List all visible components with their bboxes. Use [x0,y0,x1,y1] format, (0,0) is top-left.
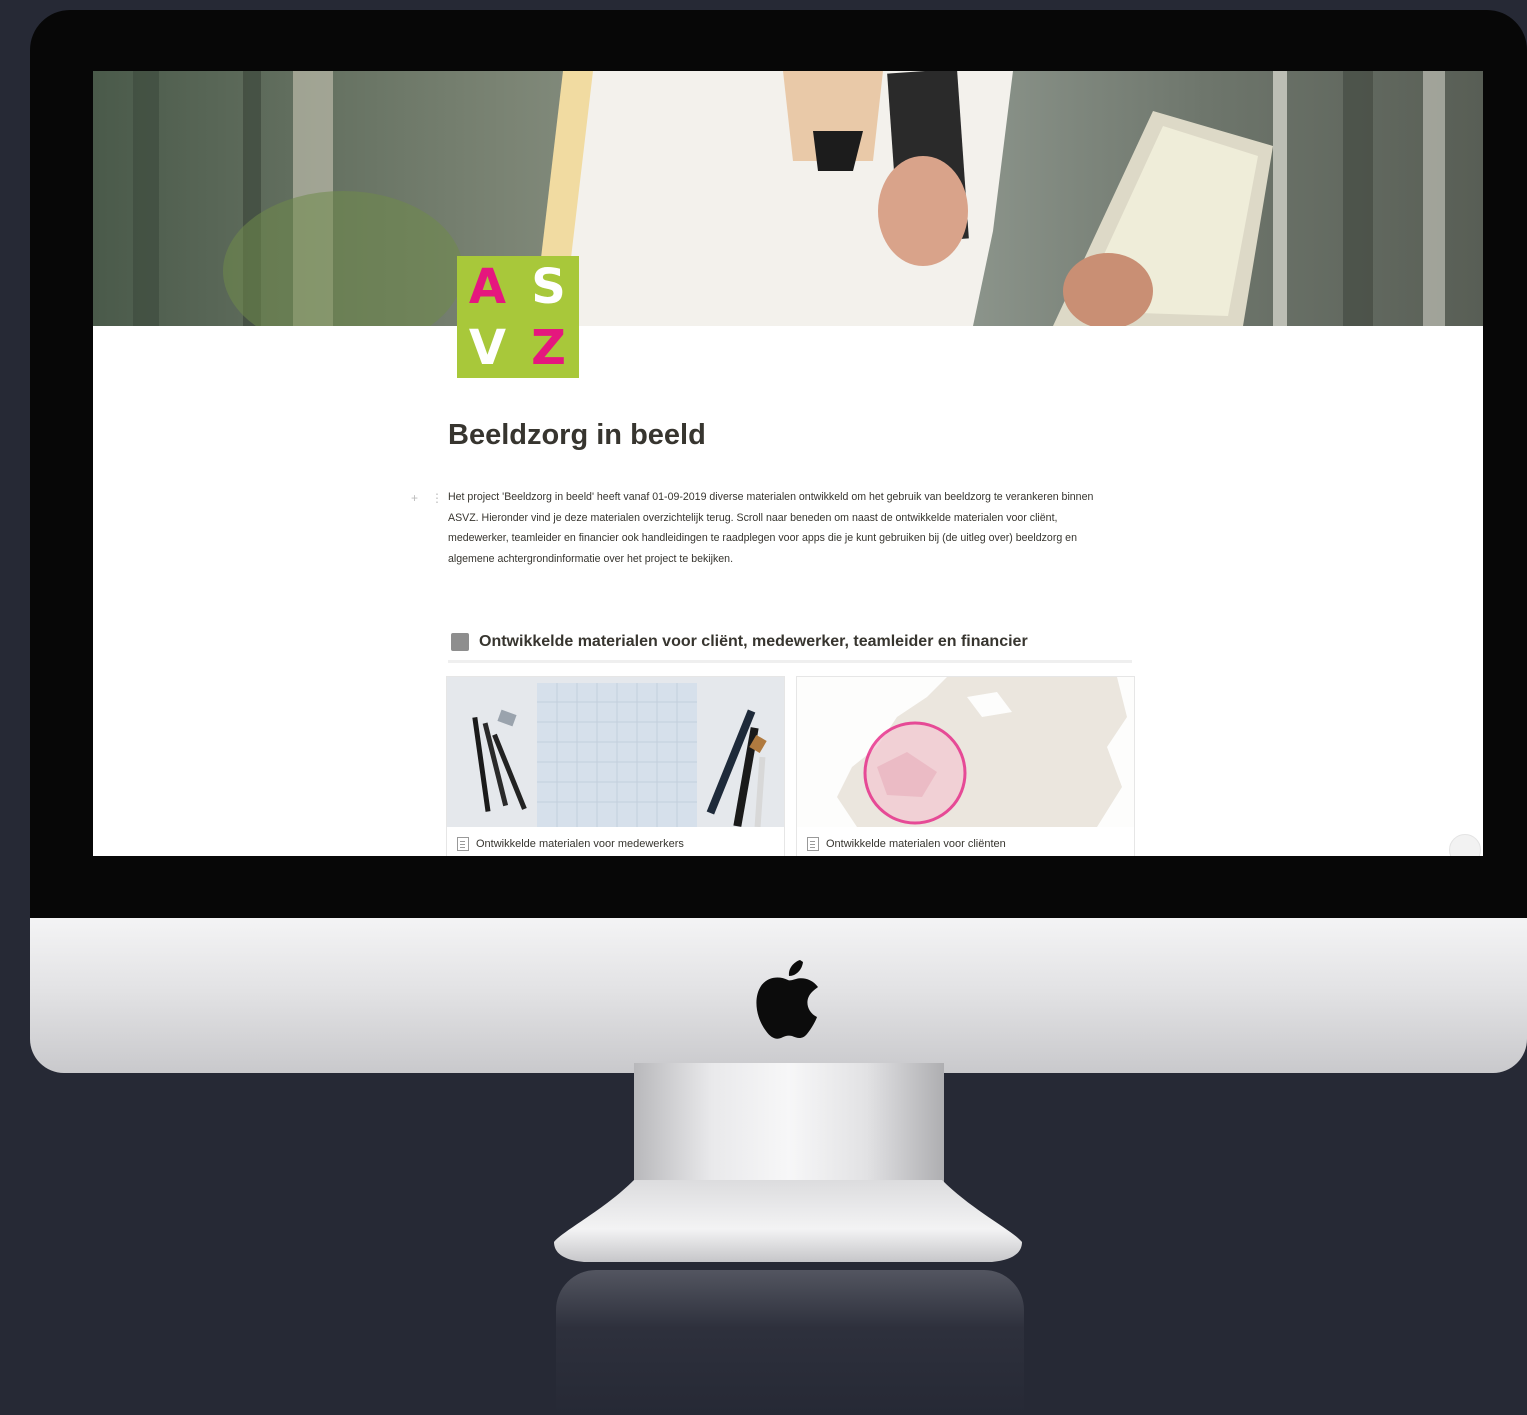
logo-letter-a: A [468,258,507,315]
section-title: Ontwikkelde materialen voor cliënt, mede… [479,633,1028,650]
stand-reflection [556,1270,1024,1415]
divider [448,660,1132,663]
logo-letter-v: V [468,319,507,376]
help-button[interactable] [1449,834,1481,856]
screen: A S V Z Beeldzorg in beeld + ⋮ Het proje… [93,71,1483,856]
gray-square-icon [451,633,469,651]
stand-base [554,1180,1022,1262]
card-label[interactable]: Ontwikkelde materialen voor medewerkers [476,838,684,850]
logo-letter-z: Z [531,319,566,376]
notebook-and-pens-illustration [447,677,784,827]
cover-image [93,71,1483,326]
page-logo[interactable]: A S V Z [457,256,579,378]
page-icon [457,837,469,851]
card-label[interactable]: Ontwikkelde materialen voor cliënten [826,838,1006,850]
section-heading: Ontwikkelde materialen voor cliënt, mede… [451,629,1131,655]
card-medewerkers[interactable]: Ontwikkelde materialen voor medewerkers [446,676,785,856]
page-title: Beeldzorg in beeld [448,419,706,451]
card-label-row: Ontwikkelde materialen voor medewerkers [457,837,684,851]
map-with-pink-circle-illustration [797,677,1134,827]
drag-handle-icon[interactable]: ⋮ [431,491,443,505]
intro-paragraph: Het project 'Beeldzorg in beeld' heeft v… [448,491,1094,565]
card-label-row: Ontwikkelde materialen voor cliënten [807,837,1006,851]
logo-letter-s: S [531,258,566,315]
apple-icon [756,960,818,1039]
page-icon [807,837,819,851]
card-clienten[interactable]: Ontwikkelde materialen voor cliënten [796,676,1135,856]
add-block-icon[interactable]: + [411,491,418,505]
